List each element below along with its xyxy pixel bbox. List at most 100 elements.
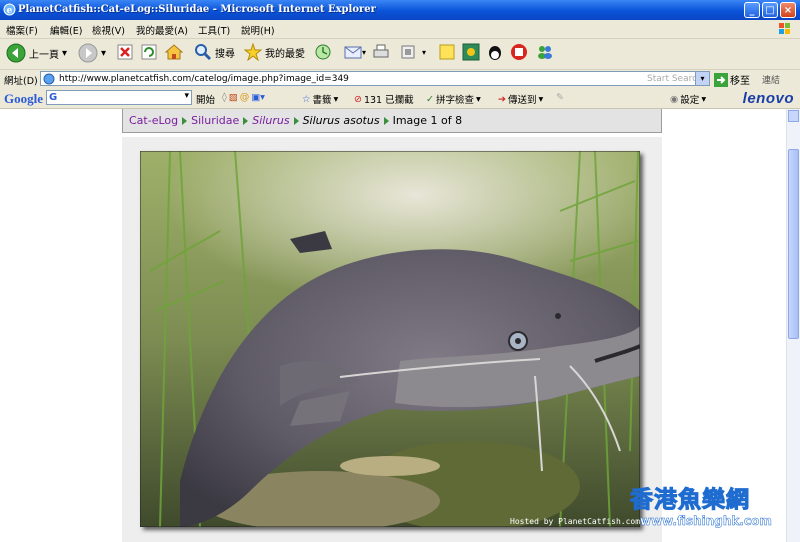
popup-blocked-count: 131 已攔截 — [363, 95, 414, 106]
svg-text:▾: ▾ — [422, 48, 426, 57]
popup-blocker-button[interactable]: ⊘ 131 已攔截 — [354, 92, 414, 107]
favorites-label: 我的最愛 — [265, 48, 305, 60]
breadcrumb-silurus[interactable]: Silurus — [252, 114, 289, 127]
print-icon[interactable] — [372, 43, 390, 61]
menu-tools[interactable]: 工具(T) — [198, 23, 230, 37]
google-start-label: 開始 — [196, 95, 216, 106]
settings-button[interactable]: ◉ 設定 ▾ — [670, 92, 706, 107]
breadcrumb: Cat-eLog Siluridae Silurus Silurus asotu… — [122, 109, 662, 133]
address-url: http://www.planetcatfish.com/catelog/ima… — [59, 74, 349, 84]
menu-view[interactable]: 檢視(V) — [92, 23, 125, 37]
bookmarks-label: 書籤 — [312, 95, 332, 106]
settings-icon: ◉ — [670, 93, 679, 105]
minimize-button[interactable]: _ — [744, 2, 760, 18]
pagerank-icon[interactable]: ▨ — [229, 92, 238, 103]
photo-credit: Hosted by PlanetCatfish.com — [510, 517, 641, 526]
address-bar: 網址(D) http://www.planetcatfish.com/catel… — [0, 70, 800, 89]
back-arrow-icon — [6, 43, 26, 63]
go-label: 移至 — [730, 76, 750, 87]
address-input[interactable]: http://www.planetcatfish.com/catelog/ima… — [40, 71, 710, 86]
svg-text:e: e — [7, 6, 13, 16]
popup-blocker-icon: ⊘ — [354, 93, 362, 105]
google-apps-icon[interactable]: ▣▾ — [251, 92, 265, 103]
address-label: 網址(D) — [4, 76, 38, 87]
lenovo-logo: lenovo — [742, 90, 794, 107]
close-button[interactable]: × — [780, 2, 796, 18]
forward-button[interactable]: ▾ — [78, 43, 106, 63]
refresh-icon[interactable] — [140, 43, 158, 61]
search-icon — [195, 44, 212, 61]
go-button[interactable]: 移至 — [714, 72, 750, 87]
sendto-icon: ➔ — [498, 93, 506, 105]
internet-explorer-icon: e — [3, 3, 16, 16]
go-arrow-icon — [714, 72, 728, 87]
spellcheck-button[interactable]: ✓ 拼字檢查 ▾ — [426, 92, 481, 107]
google-search-input[interactable]: G ▾ — [46, 90, 192, 105]
windows-flag-icon — [779, 23, 790, 34]
spellcheck-icon: ✓ — [426, 93, 434, 105]
scroll-up-icon[interactable] — [788, 110, 799, 122]
google-start-button[interactable]: 開始 — [196, 92, 215, 106]
address-dropdown-icon[interactable]: ▾ — [695, 72, 709, 85]
breadcrumb-separator-icon — [383, 116, 389, 125]
home-icon[interactable] — [164, 43, 184, 61]
stop-icon[interactable] — [116, 43, 134, 61]
spellcheck-label: 拼字檢查 — [435, 95, 474, 106]
maximize-button[interactable]: □ — [762, 2, 778, 18]
sendto-label: 傳送到 — [507, 95, 537, 106]
google-logo[interactable]: Google — [4, 91, 43, 107]
menu-edit[interactable]: 編輯(E) — [50, 23, 82, 37]
forward-dropdown-icon[interactable]: ▾ — [101, 48, 106, 59]
menu-favorites[interactable]: 我的最愛(A) — [136, 23, 188, 37]
breadcrumb-cat-elog[interactable]: Cat-eLog — [129, 114, 178, 127]
menu-bar: 檔案(F) 編輯(E) 檢視(V) 我的最愛(A) 工具(T) 說明(H) — [0, 20, 800, 39]
breadcrumb-siluridae[interactable]: Siluridae — [191, 114, 239, 127]
vertical-scrollbar[interactable] — [786, 109, 800, 542]
breadcrumb-image-count: Image 1 of 8 — [392, 114, 463, 127]
spiral-icon[interactable]: @ — [240, 92, 250, 103]
news-icon[interactable]: ◊ — [222, 92, 227, 103]
back-label: 上一頁 — [29, 49, 59, 61]
google-icons-group[interactable]: ◊ ▨ @ ▣▾ — [222, 92, 265, 103]
qq-penguin-icon[interactable] — [486, 43, 504, 61]
watermark-chinese: 香港魚樂網 — [630, 487, 750, 514]
back-button[interactable]: 上一頁 ▾ — [6, 43, 67, 63]
svg-text:▾: ▾ — [362, 48, 366, 57]
page-icon — [43, 73, 55, 85]
google-dropdown-icon[interactable]: ▾ — [184, 91, 189, 101]
history-icon[interactable] — [314, 43, 332, 61]
sendto-button[interactable]: ➔ 傳送到 ▾ — [498, 92, 543, 107]
messenger-icon[interactable] — [462, 43, 480, 61]
scrollbar-thumb[interactable] — [788, 149, 799, 339]
bookmarks-button[interactable]: ☆ 書籤 ▾ — [302, 92, 338, 107]
breadcrumb-separator-icon — [243, 116, 249, 125]
catfish-photo[interactable] — [140, 151, 640, 527]
bookmark-star-icon: ☆ — [302, 93, 311, 105]
breadcrumb-silurus-asotus: Silurus asotus — [302, 114, 380, 127]
menu-file[interactable]: 檔案(F) — [6, 23, 38, 37]
star-icon — [244, 43, 262, 61]
breadcrumb-separator-icon — [293, 116, 299, 125]
menu-help[interactable]: 說明(H) — [241, 23, 275, 37]
highlight-pen-icon[interactable]: ✎ — [556, 92, 564, 103]
standard-toolbar: 上一頁 ▾ ▾ 搜尋 我的最愛 ▾ ▾ — [0, 39, 800, 70]
links-label[interactable]: 連結 — [762, 73, 780, 86]
site-watermark: 香港魚樂網 www.fishinghk.com — [630, 480, 790, 529]
google-toolbar: Google G ▾ 開始 ◊ ▨ @ ▣▾ ☆ 書籤 ▾ ⊘ 131 已攔截 ✓… — [0, 88, 800, 109]
catfish-illustration — [140, 151, 640, 527]
msn-buddies-icon[interactable] — [536, 43, 554, 61]
window-title: PlanetCatfish::Cat-eLog::Siluridae - Mic… — [18, 4, 376, 15]
notes-icon[interactable] — [438, 43, 456, 61]
watermark-url: www.fishinghk.com — [640, 514, 772, 529]
settings-label: 設定 — [680, 95, 700, 106]
back-dropdown-icon[interactable]: ▾ — [62, 48, 67, 59]
favorites-button[interactable]: 我的最愛 — [244, 43, 305, 61]
forward-arrow-icon — [78, 43, 98, 63]
edit-icon[interactable]: ▾ — [400, 43, 430, 61]
mail-icon[interactable]: ▾ — [344, 43, 368, 61]
page-viewport: Cat-eLog Siluridae Silurus Silurus asotu… — [0, 109, 786, 542]
search-label: 搜尋 — [215, 48, 235, 60]
red-badge-icon[interactable] — [510, 43, 528, 61]
breadcrumb-separator-icon — [182, 116, 188, 125]
search-button[interactable]: 搜尋 — [194, 43, 235, 61]
